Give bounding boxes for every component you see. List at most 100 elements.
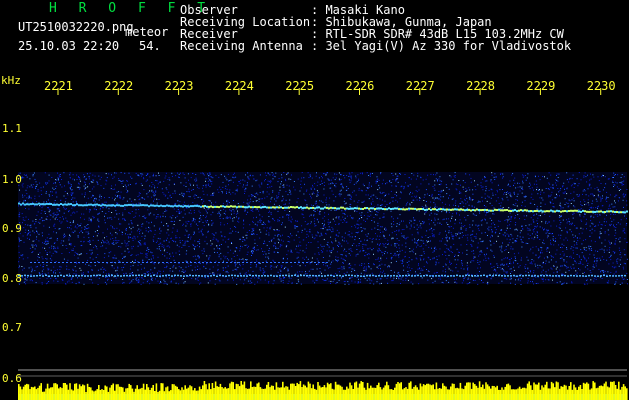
lower-tone-segment bbox=[570, 274, 572, 277]
carrier-trace-segment bbox=[110, 204, 112, 207]
carrier-trace-segment bbox=[618, 211, 620, 214]
carrier-trace-segment bbox=[352, 207, 354, 210]
carrier-trace-segment bbox=[336, 207, 338, 210]
carrier-trace-segment bbox=[428, 207, 430, 210]
intensity-bar bbox=[40, 383, 42, 400]
faint-tone-segment bbox=[266, 262, 268, 263]
lower-tone-segment bbox=[183, 275, 185, 277]
carrier-trace-segment bbox=[230, 205, 232, 208]
carrier-trace-segment bbox=[308, 207, 310, 210]
lower-tone-segment bbox=[402, 275, 404, 277]
intensity-bar bbox=[285, 386, 287, 400]
carrier-trace-segment bbox=[56, 203, 58, 206]
carrier-trace-segment bbox=[590, 210, 592, 213]
intensity-bar bbox=[157, 392, 159, 400]
intensity-bar bbox=[594, 382, 596, 400]
carrier-trace-segment bbox=[146, 204, 148, 207]
intensity-bar bbox=[275, 382, 278, 400]
intensity-bar bbox=[461, 388, 463, 400]
intensity-bar bbox=[237, 384, 239, 400]
lower-tone-segment bbox=[420, 275, 422, 277]
intensity-bar bbox=[547, 388, 550, 400]
carrier-trace-segment bbox=[42, 203, 44, 206]
intensity-bar bbox=[587, 383, 590, 400]
lower-tone-segment bbox=[273, 275, 275, 277]
lower-tone-segment bbox=[108, 274, 110, 277]
lower-tone-segment bbox=[555, 275, 557, 277]
intensity-bar bbox=[304, 385, 306, 400]
carrier-trace-segment bbox=[202, 205, 204, 208]
carrier-trace-segment bbox=[212, 206, 214, 209]
faint-tone-segment bbox=[90, 262, 92, 263]
carrier-trace-segment bbox=[80, 204, 82, 207]
intensity-bar bbox=[197, 390, 199, 400]
carrier-trace-segment bbox=[24, 203, 26, 206]
intensity-bar bbox=[195, 390, 198, 400]
carrier-trace-segment bbox=[122, 204, 124, 207]
carrier-trace-segment bbox=[412, 207, 414, 210]
lower-tone-segment bbox=[597, 275, 599, 277]
carrier-trace-segment bbox=[192, 205, 194, 208]
lower-tone-segment bbox=[105, 275, 107, 277]
faint-tone-segment bbox=[298, 262, 300, 263]
carrier-trace-segment bbox=[514, 209, 516, 212]
lower-tone-segment bbox=[498, 274, 500, 277]
intensity-bar bbox=[528, 381, 530, 400]
intensity-bar bbox=[613, 381, 615, 400]
carrier-trace-segment bbox=[486, 209, 488, 211]
intensity-bar bbox=[394, 387, 396, 400]
intensity-bar bbox=[62, 383, 65, 400]
carrier-trace-segment bbox=[296, 206, 298, 209]
lower-tone-segment bbox=[195, 274, 197, 277]
carrier-trace-segment bbox=[520, 209, 522, 212]
lower-tone-segment bbox=[249, 274, 251, 276]
lower-tone-segment bbox=[492, 275, 494, 277]
intensity-bar bbox=[346, 386, 348, 400]
intensity-bar bbox=[283, 387, 286, 400]
intensity-bar bbox=[258, 382, 260, 400]
faint-tone-segment bbox=[278, 262, 280, 263]
faint-tone-segment bbox=[326, 262, 328, 263]
carrier-trace-segment bbox=[278, 206, 280, 209]
lower-tone-segment bbox=[33, 275, 35, 277]
carrier-trace-segment bbox=[588, 210, 590, 213]
intensity-bar bbox=[301, 387, 303, 400]
intensity-bar bbox=[307, 381, 310, 400]
mode-label: meteor bbox=[125, 25, 169, 39]
carrier-trace-segment bbox=[86, 204, 88, 207]
carrier-trace-segment bbox=[616, 211, 618, 213]
intensity-bar bbox=[174, 385, 177, 400]
intensity-bar bbox=[131, 388, 134, 400]
intensity-bar bbox=[118, 386, 121, 400]
faint-tone-segment bbox=[190, 262, 192, 263]
faint-tone-segment bbox=[54, 262, 56, 263]
carrier-trace-segment bbox=[366, 207, 368, 209]
lower-tone-segment bbox=[471, 275, 473, 277]
carrier-trace-segment bbox=[250, 206, 252, 209]
frame-number: 54. bbox=[139, 39, 161, 53]
intensity-bar bbox=[432, 384, 434, 400]
carrier-trace-segment bbox=[54, 203, 56, 206]
intensity-bar bbox=[222, 388, 225, 400]
lower-tone-segment bbox=[537, 275, 539, 277]
intensity-bar bbox=[317, 382, 319, 400]
intensity-bar bbox=[400, 382, 402, 400]
lower-tone-segment bbox=[147, 274, 149, 277]
spectrogram-canvas bbox=[18, 88, 628, 400]
intensity-bar bbox=[310, 388, 313, 400]
lower-tone-segment bbox=[54, 275, 56, 277]
lower-tone-segment bbox=[231, 274, 233, 277]
carrier-trace-segment bbox=[40, 203, 42, 206]
lower-tone-segment bbox=[543, 275, 545, 277]
intensity-bar bbox=[82, 384, 84, 400]
carrier-trace-segment bbox=[612, 210, 614, 213]
intensity-bar bbox=[165, 387, 167, 400]
carrier-trace-segment bbox=[504, 209, 506, 212]
lower-tone-segment bbox=[582, 275, 584, 277]
carrier-trace-segment bbox=[530, 210, 532, 212]
intensity-bar bbox=[182, 389, 185, 400]
intensity-bar bbox=[470, 388, 473, 400]
intensity-bar bbox=[605, 381, 607, 400]
carrier-trace-segment bbox=[372, 207, 374, 210]
intensity-bar bbox=[462, 389, 465, 400]
